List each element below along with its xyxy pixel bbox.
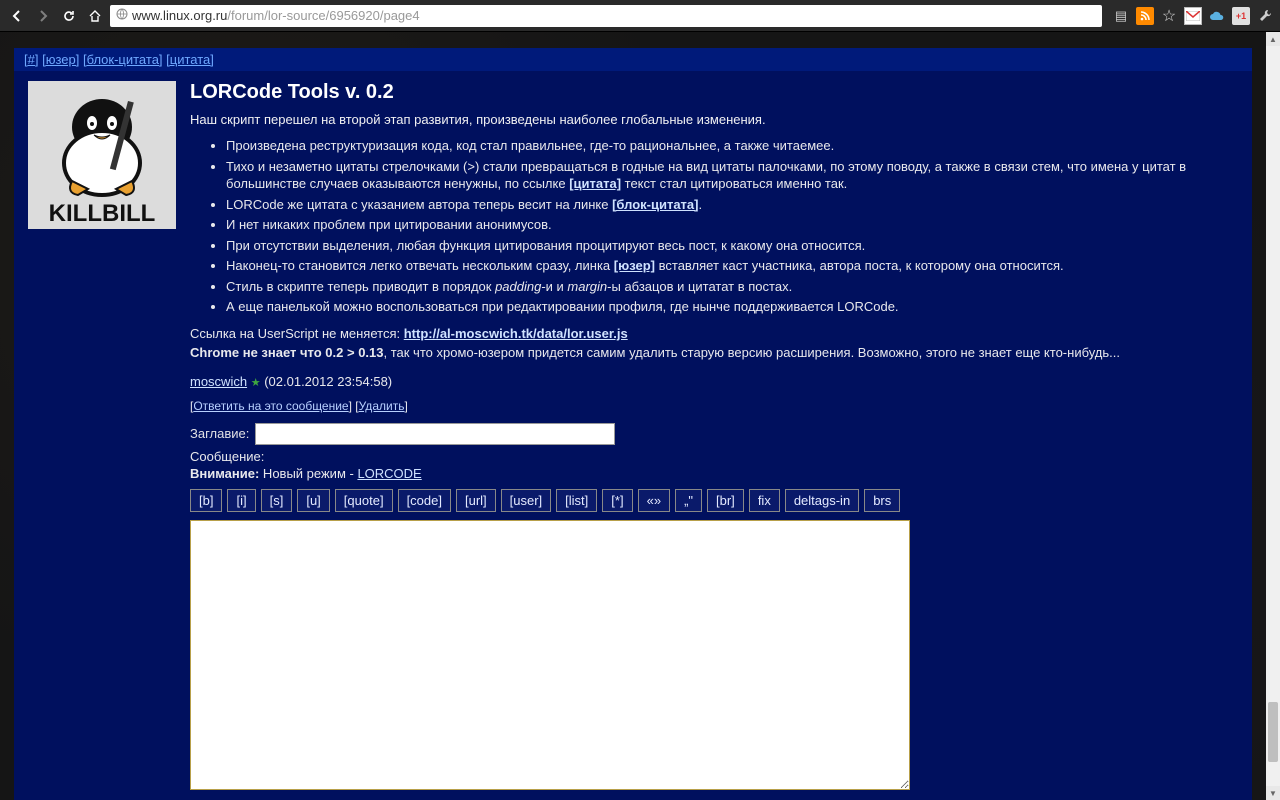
forward-button[interactable] — [32, 5, 54, 27]
fmt-brs-button[interactable]: brs — [864, 489, 900, 512]
tag-blockquote-link[interactable]: [блок-цитата] — [83, 52, 163, 67]
page-icon[interactable]: ▤ — [1112, 7, 1130, 25]
userscript-line: Ссылка на UserScript не меняется: http:/… — [190, 326, 1238, 341]
bullet-item: LORCode же цитата с указанием автора теп… — [226, 196, 1238, 214]
fmt-listitem-button[interactable]: [*] — [602, 489, 632, 512]
user-link[interactable]: [юзер] — [614, 258, 655, 273]
toolbar-icons: ▤ ☆ +1 — [1112, 7, 1274, 25]
chrome-note: Chrome не знает что 0.2 > 0.13, так что … — [190, 345, 1238, 360]
bookmark-star-icon[interactable]: ☆ — [1160, 7, 1178, 25]
globe-icon — [116, 8, 128, 23]
scrollbar-thumb[interactable] — [1268, 702, 1278, 762]
cloud-icon[interactable] — [1208, 7, 1226, 25]
gmail-icon[interactable] — [1184, 7, 1202, 25]
tag-quote-link[interactable]: [цитата] — [166, 52, 214, 67]
tag-user-link[interactable]: [юзер] — [42, 52, 79, 67]
userscript-url-link[interactable]: http://al-moscwich.tk/data/lor.user.js — [404, 326, 628, 341]
post-actions: [Ответить на это сообщение] [Удалить] — [190, 399, 1238, 413]
avatar: KILLBILL — [28, 81, 176, 229]
bullet-item: А еще панелькой можно воспользоваться пр… — [226, 298, 1238, 316]
rss-icon[interactable] — [1136, 7, 1154, 25]
reload-button[interactable] — [58, 5, 80, 27]
browser-toolbar: www.linux.org.ru/forum/lor-source/695692… — [0, 0, 1280, 32]
format-toolbar: [b] [i] [s] [u] [quote] [code] [url] [us… — [190, 489, 1238, 512]
scroll-down-icon[interactable]: ▼ — [1266, 786, 1280, 800]
bullet-item: Стиль в скрипте теперь приводит в порядо… — [226, 278, 1238, 296]
mode-line: Внимание: Новый режим - LORCODE — [190, 466, 1238, 481]
message-label: Сообщение: — [190, 449, 1238, 464]
title-input[interactable] — [255, 423, 615, 445]
fmt-list-button[interactable]: [list] — [556, 489, 597, 512]
fmt-quote-button[interactable]: [quote] — [335, 489, 393, 512]
back-button[interactable] — [6, 5, 28, 27]
quick-tag-bar: [#] [юзер] [блок-цитата] [цитата] — [14, 48, 1252, 71]
url-bar[interactable]: www.linux.org.ru/forum/lor-source/695692… — [110, 5, 1102, 27]
message-textarea[interactable] — [190, 520, 910, 790]
post-title: LORCode Tools v. 0.2 — [190, 81, 1238, 104]
svg-text:KILLBILL: KILLBILL — [49, 200, 156, 227]
bullet-item: Наконец-то становится легко отвечать нес… — [226, 257, 1238, 275]
author-link[interactable]: moscwich — [190, 374, 247, 389]
page-content: [#] [юзер] [блок-цитата] [цитата] — [14, 48, 1252, 800]
reply-link[interactable]: Ответить на это сообщение — [193, 399, 348, 413]
fmt-angle-quotes-button[interactable]: «» — [638, 489, 670, 512]
fmt-deltags-button[interactable]: deltags-in — [785, 489, 859, 512]
post-date: (02.01.2012 23:54:58) — [264, 374, 392, 389]
home-button[interactable] — [84, 5, 106, 27]
post-intro: Наш скрипт перешел на второй этап развит… — [190, 112, 1238, 127]
tag-hash-link[interactable]: [#] — [24, 52, 38, 67]
lorcode-link[interactable]: LORCODE — [357, 466, 421, 481]
fmt-italic-button[interactable]: [i] — [227, 489, 255, 512]
blockquote-link[interactable]: [блок-цитата] — [612, 197, 698, 212]
fmt-fix-button[interactable]: fix — [749, 489, 780, 512]
bullet-item: Тихо и незаметно цитаты стрелочками (>) … — [226, 158, 1238, 193]
scrollbar[interactable]: ▲ ▼ — [1266, 32, 1280, 800]
bullet-item: И нет никаких проблем при цитировании ан… — [226, 216, 1238, 234]
scroll-up-icon[interactable]: ▲ — [1266, 32, 1280, 46]
fmt-user-button[interactable]: [user] — [501, 489, 552, 512]
fmt-underline-button[interactable]: [u] — [297, 489, 329, 512]
url-path: /forum/lor-source/6956920/page4 — [227, 8, 419, 23]
fmt-strike-button[interactable]: [s] — [261, 489, 293, 512]
delete-link[interactable]: Удалить — [359, 399, 405, 413]
quote-link[interactable]: [цитата] — [569, 176, 621, 191]
fmt-code-button[interactable]: [code] — [398, 489, 451, 512]
bullet-item: Произведена реструктуризация кода, код с… — [226, 137, 1238, 155]
post-meta: moscwich ★ (02.01.2012 23:54:58) — [190, 374, 1238, 389]
title-label: Заглавие: — [190, 426, 249, 441]
url-host: www.linux.org.ru — [132, 8, 227, 23]
forum-post: KILLBILL LORCode Tools v. 0.2 Наш скрипт… — [28, 81, 1238, 790]
fmt-low-quotes-button[interactable]: „" — [675, 489, 702, 512]
star-icon: ★ — [251, 377, 261, 389]
fmt-br-button[interactable]: [br] — [707, 489, 744, 512]
fmt-url-button[interactable]: [url] — [456, 489, 496, 512]
plus-one-icon[interactable]: +1 — [1232, 7, 1250, 25]
fmt-bold-button[interactable]: [b] — [190, 489, 222, 512]
wrench-icon[interactable] — [1256, 7, 1274, 25]
post-bullets: Произведена реструктуризация кода, код с… — [226, 137, 1238, 316]
bullet-item: При отсутствии выделения, любая функция … — [226, 237, 1238, 255]
reply-form: Заглавие: Сообщение: Внимание: Новый реж… — [190, 423, 1238, 790]
